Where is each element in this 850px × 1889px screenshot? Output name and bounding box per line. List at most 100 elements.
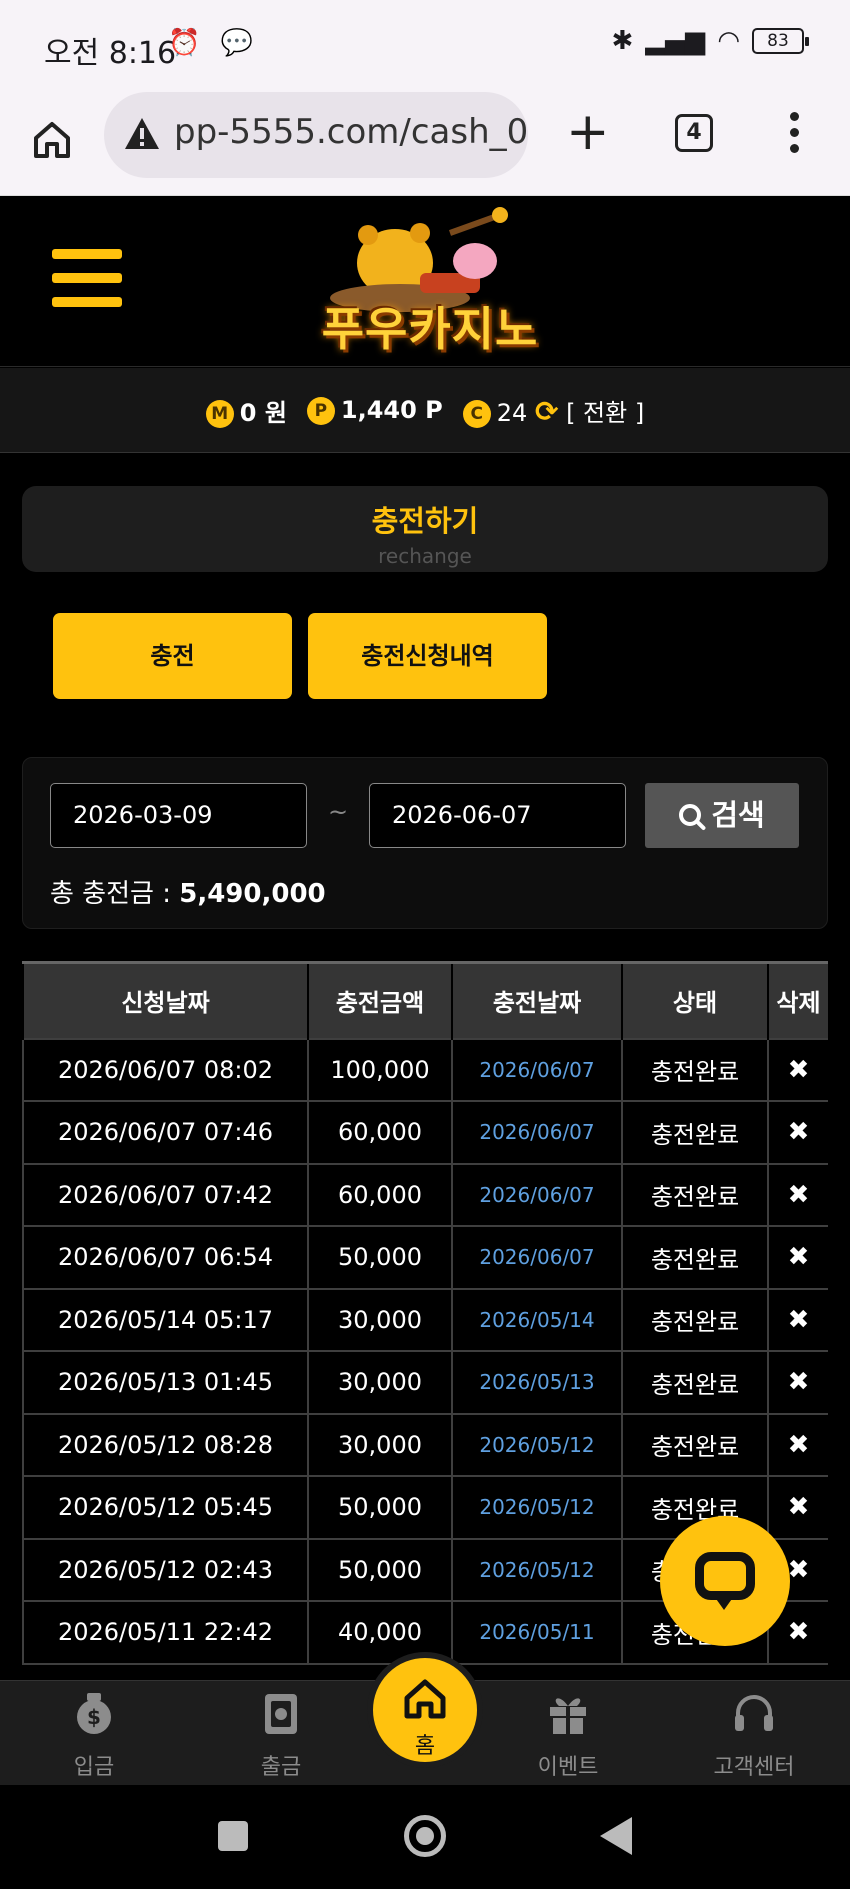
request-date-cell: 2026/06/07 07:46 bbox=[22, 1100, 309, 1165]
delete-button[interactable]: ✖ bbox=[767, 1162, 828, 1227]
delete-button[interactable]: ✖ bbox=[767, 1100, 828, 1165]
table-row: 2026/06/07 06:54 50,000 2026/06/07 충전완료 ✖ bbox=[22, 1225, 828, 1290]
browser-home-icon[interactable] bbox=[30, 118, 74, 162]
nav-deposit[interactable]: $ 입금 bbox=[34, 1691, 154, 1781]
status-cell: 충전완료 bbox=[621, 1350, 769, 1415]
hamburger-menu-icon[interactable] bbox=[52, 249, 122, 307]
request-date-cell: 2026/06/07 06:54 bbox=[22, 1225, 309, 1290]
new-tab-icon[interactable]: + bbox=[566, 106, 610, 158]
header-charge-date: 충전날짜 bbox=[451, 961, 623, 1039]
header-request-date: 신청날짜 bbox=[22, 961, 309, 1039]
money-value: 0 원 bbox=[239, 398, 287, 427]
tab-count-button[interactable]: 4 bbox=[675, 114, 713, 152]
android-home-icon[interactable] bbox=[404, 1815, 446, 1857]
tab-charge-history[interactable]: 충전신청내역 bbox=[308, 613, 547, 699]
status-right: ✱ ▂▄▆ ◠ 83 bbox=[611, 26, 809, 56]
c-coin-icon: C bbox=[462, 399, 491, 428]
date-to-input[interactable]: 2026-06-07 bbox=[369, 783, 626, 848]
browser-menu-icon[interactable] bbox=[788, 112, 800, 156]
point-value: 1,440 P bbox=[340, 395, 443, 424]
logo-text: 푸우카지노 bbox=[321, 302, 539, 356]
url-text[interactable]: pp-5555.com/cash_01 bbox=[174, 112, 528, 152]
safe-icon bbox=[265, 1694, 297, 1734]
bluetooth-icon: ✱ bbox=[611, 26, 634, 56]
delete-button[interactable]: ✖ bbox=[767, 1037, 828, 1102]
table-row: 2026/05/12 08:28 30,000 2026/05/12 충전완료 ✖ bbox=[22, 1412, 828, 1477]
delete-button[interactable]: ✖ bbox=[767, 1225, 828, 1290]
recents-icon[interactable] bbox=[218, 1821, 248, 1851]
table-row: 2026/05/14 05:17 30,000 2026/05/14 충전완료 ✖ bbox=[22, 1287, 828, 1352]
delete-button[interactable]: ✖ bbox=[767, 1350, 828, 1415]
notification-icons: ⏰ 💬 bbox=[168, 28, 260, 58]
date-from-input[interactable]: 2026-03-09 bbox=[50, 783, 307, 848]
request-date-cell: 2026/05/11 22:42 bbox=[22, 1600, 309, 1665]
coin-value: 24 bbox=[496, 398, 528, 427]
page-subtitle: rechange bbox=[378, 544, 472, 568]
amount-cell: 60,000 bbox=[307, 1162, 453, 1227]
charge-date-cell: 2026/05/12 bbox=[451, 1475, 623, 1540]
home-icon bbox=[404, 1679, 446, 1719]
money-bag-icon: $ bbox=[77, 1693, 111, 1734]
amount-cell: 30,000 bbox=[307, 1350, 453, 1415]
nav-support[interactable]: 고객센터 bbox=[694, 1691, 814, 1781]
table-row: 2026/06/07 07:42 60,000 2026/06/07 충전완료 ✖ bbox=[22, 1162, 828, 1227]
nav-support-label: 고객센터 bbox=[713, 1755, 795, 1780]
android-nav-bar bbox=[0, 1785, 850, 1889]
refresh-icon[interactable]: ⟳ bbox=[535, 395, 558, 428]
chat-icon bbox=[695, 1552, 755, 1600]
request-date-cell: 2026/05/14 05:17 bbox=[22, 1287, 309, 1352]
charge-date-cell: 2026/05/11 bbox=[451, 1600, 623, 1665]
charge-date-cell: 2026/06/07 bbox=[451, 1162, 623, 1227]
amount-cell: 60,000 bbox=[307, 1100, 453, 1165]
status-cell: 충전완료 bbox=[621, 1287, 769, 1352]
back-icon[interactable] bbox=[600, 1817, 632, 1855]
chat-icon-tail bbox=[714, 1596, 734, 1610]
nav-home[interactable]: 홈 bbox=[367, 1652, 483, 1768]
convert-link[interactable]: [ 전환 ] bbox=[566, 399, 644, 427]
charge-date-cell: 2026/06/07 bbox=[451, 1225, 623, 1290]
money-coin-icon: M bbox=[205, 399, 234, 428]
chat-button[interactable] bbox=[660, 1516, 790, 1646]
battery-icon: 83 bbox=[752, 28, 809, 54]
charge-date-cell: 2026/05/14 bbox=[451, 1287, 623, 1352]
table-row: 2026/06/07 07:46 60,000 2026/06/07 충전완료 ✖ bbox=[22, 1100, 828, 1165]
table-row: 2026/05/13 01:45 30,000 2026/05/13 충전완료 ✖ bbox=[22, 1350, 828, 1415]
status-cell: 충전완료 bbox=[621, 1412, 769, 1477]
charge-date-cell: 2026/05/13 bbox=[451, 1350, 623, 1415]
status-time: 오전 8:16 bbox=[44, 36, 177, 71]
amount-cell: 50,000 bbox=[307, 1537, 453, 1602]
wifi-icon: ◠ bbox=[717, 26, 740, 56]
total-charge: 총 충전금 : 5,490,000 bbox=[50, 873, 326, 910]
delete-button[interactable]: ✖ bbox=[767, 1287, 828, 1352]
table-header-row: 신청날짜 충전금액 충전날짜 상태 삭제 bbox=[22, 961, 828, 1039]
svg-text:$: $ bbox=[87, 1705, 101, 1729]
balance-bar: M0 원 P 1,440 P C 24 ⟳ [ 전환 ] bbox=[0, 368, 850, 453]
status-cell: 충전완료 bbox=[621, 1162, 769, 1227]
point-balance: P 1,440 P bbox=[306, 395, 443, 425]
url-bar[interactable]: pp-5555.com/cash_01 bbox=[104, 92, 528, 178]
charge-date-cell: 2026/06/07 bbox=[451, 1100, 623, 1165]
browser-toolbar: pp-5555.com/cash_01 + 4 bbox=[0, 92, 850, 196]
request-date-cell: 2026/05/13 01:45 bbox=[22, 1350, 309, 1415]
total-label: 총 충전금 : bbox=[50, 879, 180, 909]
nav-withdraw[interactable]: 출금 bbox=[221, 1691, 341, 1781]
amount-cell: 50,000 bbox=[307, 1475, 453, 1540]
page-title: 충전하기 bbox=[371, 504, 479, 538]
point-coin-icon: P bbox=[306, 396, 335, 425]
search-button[interactable]: 검색 bbox=[645, 783, 799, 848]
nav-event[interactable]: 이벤트 bbox=[508, 1691, 628, 1781]
nav-withdraw-label: 출금 bbox=[260, 1755, 302, 1780]
gift-icon bbox=[550, 1698, 586, 1735]
request-date-cell: 2026/05/12 02:43 bbox=[22, 1537, 309, 1602]
site-logo[interactable]: 푸우카지노 bbox=[300, 203, 560, 363]
charge-date-cell: 2026/06/07 bbox=[451, 1037, 623, 1102]
warning-icon[interactable] bbox=[122, 114, 162, 154]
coin-balance: C 24 ⟳ [ 전환 ] bbox=[462, 393, 644, 428]
signal-icon: ▂▄▆ bbox=[645, 26, 706, 56]
delete-button[interactable]: ✖ bbox=[767, 1475, 828, 1540]
delete-button[interactable]: ✖ bbox=[767, 1412, 828, 1477]
search-icon bbox=[679, 804, 702, 826]
tab-charge[interactable]: 충전 bbox=[53, 613, 292, 699]
amount-cell: 100,000 bbox=[307, 1037, 453, 1102]
amount-cell: 50,000 bbox=[307, 1225, 453, 1290]
